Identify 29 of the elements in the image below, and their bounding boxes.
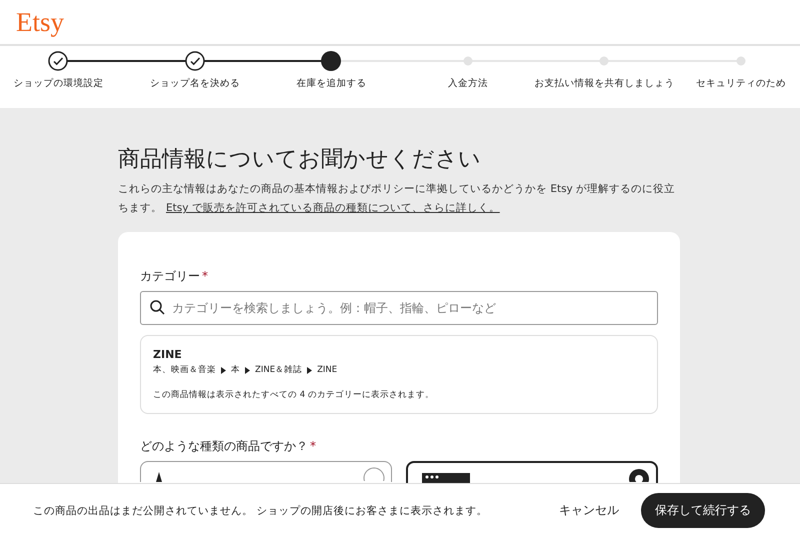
cancel-button[interactable]: キャンセル	[553, 496, 625, 525]
save-continue-button[interactable]: 保存して続行する	[641, 493, 765, 528]
category-path-item: ZINE＆雑誌	[255, 364, 302, 376]
product-type-option[interactable]	[406, 461, 658, 483]
category-path-item: 本、映画＆音楽	[153, 364, 216, 376]
field-label: カテゴリー	[140, 269, 200, 283]
arrow-icon	[221, 366, 226, 374]
step-label: ショップ名を決める	[150, 77, 240, 90]
step-label: 在庫を追加する	[296, 77, 366, 90]
step-label: セキュリティのため	[696, 77, 786, 90]
step-label: お支払い情報を共有しましょう	[534, 77, 674, 90]
required-mark: *	[310, 439, 316, 453]
required-mark: *	[202, 269, 208, 283]
page-title: 商品情報についてお聞かせください	[118, 146, 482, 174]
field-label: どのような種類の商品ですか？	[140, 439, 308, 453]
status-notice: この商品の出品はまだ公開されていません。 ショップの開店後にお客さまに表示されます。	[33, 504, 488, 518]
radio-button[interactable]	[363, 467, 385, 481]
category-note: この商品情報は表示されたすべての 4 のカテゴリーに表示されます。	[153, 389, 435, 401]
search-icon	[150, 300, 165, 315]
search-field[interactable]: カテゴリーを検索しましょう。例：帽子、指輪、ピローなど	[140, 291, 658, 325]
category-path-item: ZINE	[317, 365, 338, 375]
arrow-icon	[307, 366, 312, 374]
category-name: ZINE	[153, 348, 183, 361]
step-label: 入金方法	[448, 77, 488, 90]
arrow-icon	[245, 366, 250, 374]
learn-more-link[interactable]: Etsy で販売を許可されている商品の種類について、さらに詳しく。	[166, 202, 500, 214]
category-path-item: 本	[231, 364, 240, 376]
intro-text: これらの主な情報はあなたの商品の基本情報およびポリシーに準拠しているかどうかを Etsy が理解するのに役立ちます。 Etsy で販売を許可されている商品の種類について、さらに詳しく。	[118, 182, 676, 216]
step-label: ショップの環境設定	[13, 77, 104, 90]
